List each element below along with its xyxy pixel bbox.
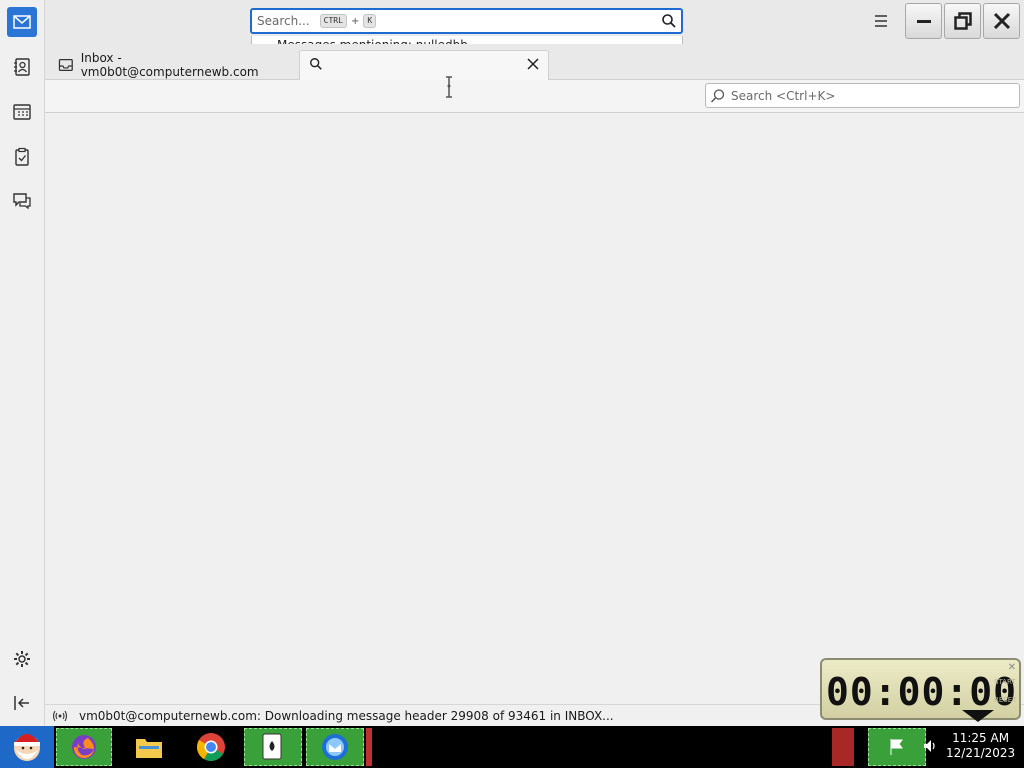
quick-filter-bar: Search <Ctrl+K> xyxy=(45,80,1024,113)
mail-icon xyxy=(13,15,31,29)
stopwatch-widget[interactable]: 00:00:00 START RESET ✕ xyxy=(820,658,1021,722)
search-icon xyxy=(710,88,725,103)
tab-inbox[interactable]: Inbox - vm0b0t@computernewb.com xyxy=(55,50,299,80)
spaces-toolbar xyxy=(0,0,45,726)
global-search-input[interactable]: Search... CTRL + K xyxy=(250,8,683,34)
taskbar-solitaire[interactable] xyxy=(244,728,302,766)
content-area xyxy=(45,114,1024,704)
tab-search[interactable] xyxy=(299,50,549,80)
search-icon xyxy=(310,58,322,70)
quick-search-input[interactable]: Search <Ctrl+K> xyxy=(705,83,1020,108)
taskbar-chrome[interactable] xyxy=(192,728,230,766)
tasks-space-button[interactable] xyxy=(7,142,37,172)
tab-bar: Inbox - vm0b0t@computernewb.com xyxy=(45,44,1024,80)
settings-button[interactable] xyxy=(7,644,37,674)
chrome-icon xyxy=(197,733,225,761)
chat-space-button[interactable] xyxy=(7,186,37,216)
collapse-icon xyxy=(14,696,29,710)
tasks-icon xyxy=(15,147,29,166)
calendar-space-button[interactable] xyxy=(7,97,37,127)
folder-icon xyxy=(136,739,162,758)
search-placeholder: Search... xyxy=(257,14,310,28)
collapse-spaces-button[interactable] xyxy=(7,688,37,718)
status-text: vm0b0t@computernewb.com: Downloading mes… xyxy=(79,708,614,723)
timer-reset-button[interactable]: RESET xyxy=(994,696,1016,704)
timer-arrow-icon[interactable] xyxy=(962,710,994,722)
clock-time: 11:25 AM xyxy=(952,731,1010,745)
taskbar-divider xyxy=(366,728,372,766)
chat-icon xyxy=(13,193,31,210)
shortcut-plus: + xyxy=(350,15,360,27)
santa-start-icon xyxy=(14,734,40,761)
title-bar: Search... CTRL + K Messages mentioning: … xyxy=(45,0,1024,55)
restore-icon xyxy=(953,12,972,30)
timer-start-button[interactable]: START xyxy=(994,678,1016,686)
calendar-icon xyxy=(13,104,31,120)
firefox-icon xyxy=(72,735,96,759)
tray-notification-area[interactable] xyxy=(868,728,926,766)
shortcut-key-k: K xyxy=(363,14,377,28)
tray-app-icon[interactable] xyxy=(832,728,854,766)
close-icon xyxy=(993,12,1010,30)
timer-close-icon[interactable]: ✕ xyxy=(1008,662,1016,673)
restore-button[interactable] xyxy=(944,3,981,39)
address-book-icon xyxy=(14,58,30,76)
thunderbird-icon xyxy=(322,734,348,760)
close-window-button[interactable] xyxy=(983,3,1020,39)
taskbar-file-explorer[interactable] xyxy=(130,728,168,766)
clock-date: 12/21/2023 xyxy=(946,746,1016,760)
inbox-icon xyxy=(58,58,73,72)
address-book-space-button[interactable] xyxy=(7,52,37,82)
minimize-icon xyxy=(916,20,931,23)
taskbar-firefox[interactable] xyxy=(56,728,112,766)
cards-icon xyxy=(262,733,282,760)
taskbar-thunderbird[interactable] xyxy=(306,728,364,766)
taskbar: 11:25 AM 12/21/2023 xyxy=(0,726,1024,768)
gear-icon xyxy=(14,651,30,667)
close-tab-icon[interactable] xyxy=(526,57,540,71)
search-icon[interactable] xyxy=(661,13,677,29)
quick-search-placeholder: Search <Ctrl+K> xyxy=(731,88,836,103)
connection-status-icon xyxy=(52,710,68,721)
shortcut-key-ctrl: CTRL xyxy=(319,14,347,28)
tab-inbox-label: Inbox - vm0b0t@computernewb.com xyxy=(80,51,259,79)
volume-icon[interactable] xyxy=(922,738,938,754)
flag-icon xyxy=(890,739,903,755)
timer-display: 00:00:00 xyxy=(826,670,1018,714)
start-button[interactable] xyxy=(0,726,54,768)
system-clock[interactable]: 11:25 AM 12/21/2023 xyxy=(946,731,1015,761)
text-cursor-icon xyxy=(446,76,452,98)
minimize-button[interactable] xyxy=(905,3,942,39)
mail-space-button[interactable] xyxy=(7,7,37,37)
hamburger-menu-icon[interactable] xyxy=(871,12,891,30)
